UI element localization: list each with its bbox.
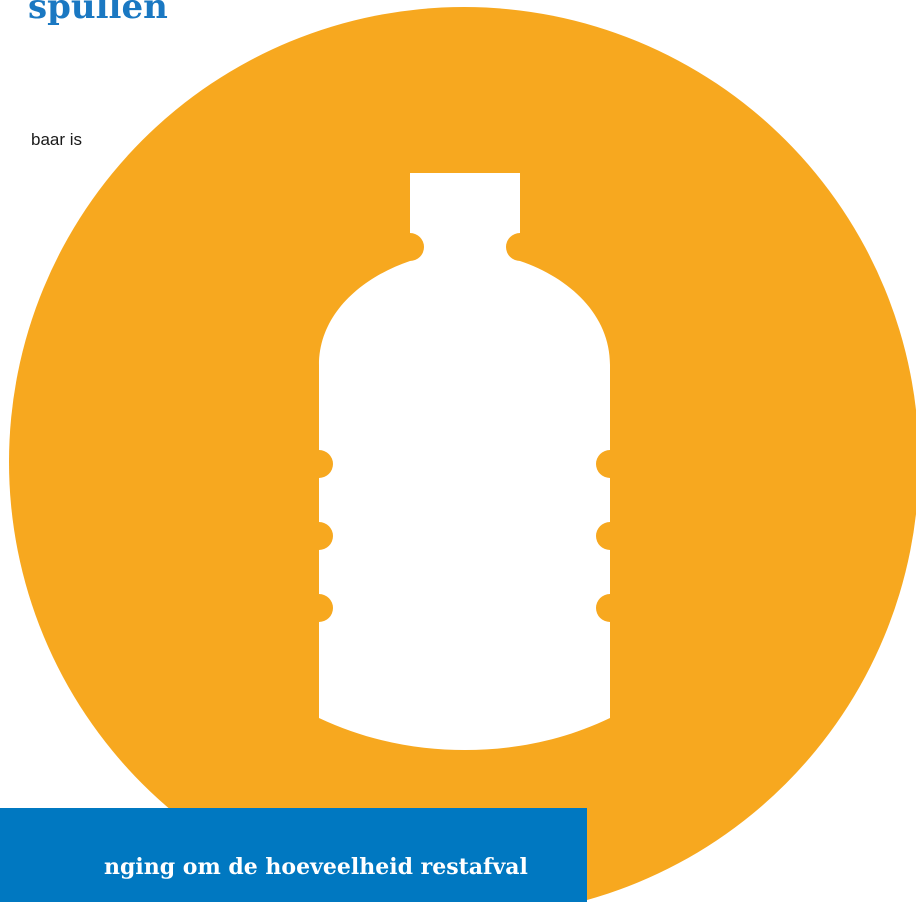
info-banner: nging om de hoeveelheid restafval <box>0 808 587 902</box>
bottle-illustration <box>9 7 916 902</box>
banner-text: nging om de hoeveelheid restafval <box>104 854 528 880</box>
